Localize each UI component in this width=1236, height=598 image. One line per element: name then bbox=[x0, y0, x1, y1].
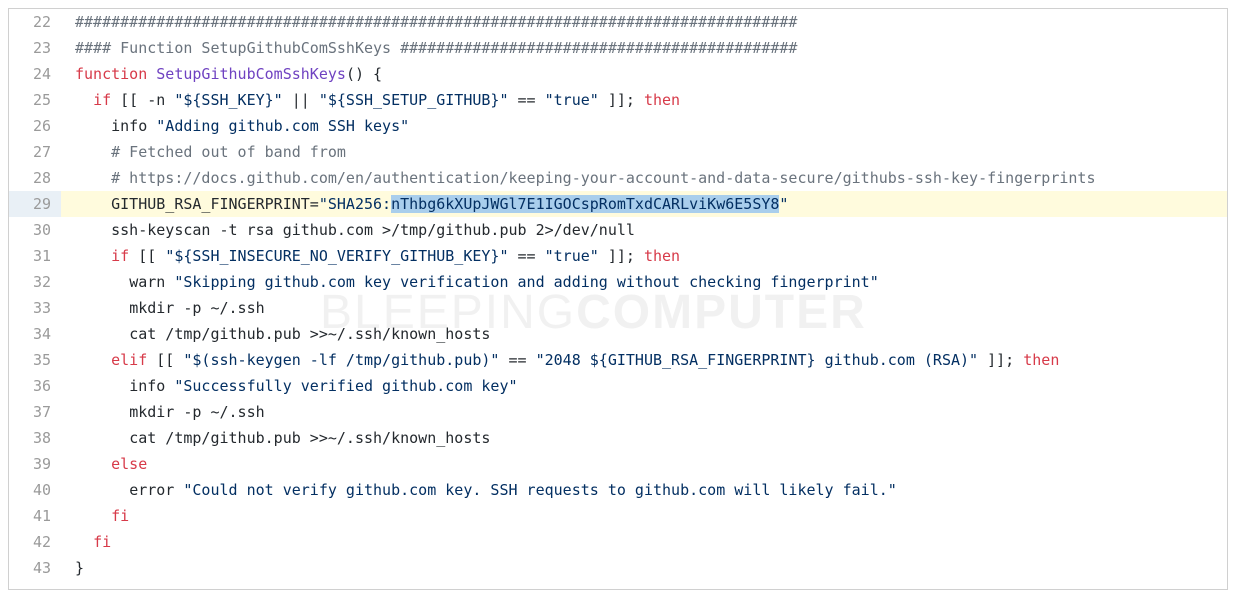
code-line[interactable]: 27 # Fetched out of band from bbox=[9, 139, 1227, 165]
code-content[interactable]: ssh-keyscan -t rsa github.com >/tmp/gith… bbox=[61, 217, 1227, 243]
code-line[interactable]: 22######################################… bbox=[9, 9, 1227, 35]
code-content[interactable]: ########################################… bbox=[61, 9, 1227, 35]
code-line[interactable]: 41 fi bbox=[9, 503, 1227, 529]
code-content[interactable]: elif [[ "$(ssh-keygen -lf /tmp/github.pu… bbox=[61, 347, 1227, 373]
line-number: 40 bbox=[9, 477, 61, 503]
code-line[interactable]: 42 fi bbox=[9, 529, 1227, 555]
code-line[interactable]: 28 # https://docs.github.com/en/authenti… bbox=[9, 165, 1227, 191]
code-content[interactable]: fi bbox=[61, 529, 1227, 555]
line-number: 39 bbox=[9, 451, 61, 477]
code-content[interactable]: #### Function SetupGithubComSshKeys ####… bbox=[61, 35, 1227, 61]
code-content[interactable]: mkdir -p ~/.ssh bbox=[61, 295, 1227, 321]
code-line[interactable]: 32 warn "Skipping github.com key verific… bbox=[9, 269, 1227, 295]
code-line[interactable]: 30 ssh-keyscan -t rsa github.com >/tmp/g… bbox=[9, 217, 1227, 243]
code-content[interactable]: mkdir -p ~/.ssh bbox=[61, 399, 1227, 425]
code-line[interactable]: 35 elif [[ "$(ssh-keygen -lf /tmp/github… bbox=[9, 347, 1227, 373]
code-content[interactable]: function SetupGithubComSshKeys() { bbox=[61, 61, 1227, 87]
line-number: 32 bbox=[9, 269, 61, 295]
line-number: 42 bbox=[9, 529, 61, 555]
code-content[interactable]: info "Successfully verified github.com k… bbox=[61, 373, 1227, 399]
code-content[interactable]: if [[ "${SSH_INSECURE_NO_VERIFY_GITHUB_K… bbox=[61, 243, 1227, 269]
code-content[interactable]: GITHUB_RSA_FINGERPRINT="SHA256:nThbg6kXU… bbox=[61, 191, 1227, 217]
code-line[interactable]: 26 info "Adding github.com SSH keys" bbox=[9, 113, 1227, 139]
code-viewer: 22######################################… bbox=[8, 8, 1228, 590]
line-number: 31 bbox=[9, 243, 61, 269]
code-line[interactable]: 23#### Function SetupGithubComSshKeys ##… bbox=[9, 35, 1227, 61]
code-line[interactable]: 29 GITHUB_RSA_FINGERPRINT="SHA256:nThbg6… bbox=[9, 191, 1227, 217]
code-content[interactable]: fi bbox=[61, 503, 1227, 529]
code-content[interactable]: cat /tmp/github.pub >>~/.ssh/known_hosts bbox=[61, 321, 1227, 347]
code-line[interactable]: 38 cat /tmp/github.pub >>~/.ssh/known_ho… bbox=[9, 425, 1227, 451]
line-number: 24 bbox=[9, 61, 61, 87]
line-number: 23 bbox=[9, 35, 61, 61]
line-number: 22 bbox=[9, 9, 61, 35]
code-content[interactable]: # https://docs.github.com/en/authenticat… bbox=[61, 165, 1227, 191]
line-number: 29 bbox=[9, 191, 61, 217]
code-content[interactable]: warn "Skipping github.com key verificati… bbox=[61, 269, 1227, 295]
line-number: 36 bbox=[9, 373, 61, 399]
line-number: 30 bbox=[9, 217, 61, 243]
code-line[interactable]: 24function SetupGithubComSshKeys() { bbox=[9, 61, 1227, 87]
line-number: 26 bbox=[9, 113, 61, 139]
line-number: 25 bbox=[9, 87, 61, 113]
line-number: 27 bbox=[9, 139, 61, 165]
code-line[interactable]: 37 mkdir -p ~/.ssh bbox=[9, 399, 1227, 425]
line-number: 35 bbox=[9, 347, 61, 373]
line-number: 37 bbox=[9, 399, 61, 425]
code-content[interactable]: error "Could not verify github.com key. … bbox=[61, 477, 1227, 503]
code-content[interactable]: if [[ -n "${SSH_KEY}" || "${SSH_SETUP_GI… bbox=[61, 87, 1227, 113]
code-line[interactable]: 34 cat /tmp/github.pub >>~/.ssh/known_ho… bbox=[9, 321, 1227, 347]
line-number: 41 bbox=[9, 503, 61, 529]
code-line[interactable]: 33 mkdir -p ~/.ssh bbox=[9, 295, 1227, 321]
code-content[interactable]: } bbox=[61, 555, 1227, 581]
code-content[interactable]: # Fetched out of band from bbox=[61, 139, 1227, 165]
code-content[interactable]: cat /tmp/github.pub >>~/.ssh/known_hosts bbox=[61, 425, 1227, 451]
code-line[interactable]: 31 if [[ "${SSH_INSECURE_NO_VERIFY_GITHU… bbox=[9, 243, 1227, 269]
line-number: 38 bbox=[9, 425, 61, 451]
code-content[interactable]: info "Adding github.com SSH keys" bbox=[61, 113, 1227, 139]
line-number: 33 bbox=[9, 295, 61, 321]
code-line[interactable]: 43} bbox=[9, 555, 1227, 581]
code-content[interactable]: else bbox=[61, 451, 1227, 477]
line-number: 43 bbox=[9, 555, 61, 581]
code-line[interactable]: 39 else bbox=[9, 451, 1227, 477]
code-line[interactable]: 36 info "Successfully verified github.co… bbox=[9, 373, 1227, 399]
code-line[interactable]: 25 if [[ -n "${SSH_KEY}" || "${SSH_SETUP… bbox=[9, 87, 1227, 113]
code-line[interactable]: 40 error "Could not verify github.com ke… bbox=[9, 477, 1227, 503]
line-number: 28 bbox=[9, 165, 61, 191]
line-number: 34 bbox=[9, 321, 61, 347]
